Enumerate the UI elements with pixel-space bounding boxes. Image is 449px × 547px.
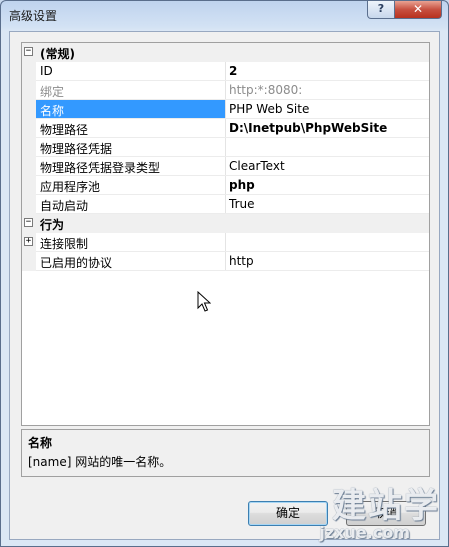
property-value[interactable]: PHP Web Site [229, 102, 309, 116]
property-name: 物理路径凭据登录类型 [40, 161, 161, 175]
column-divider[interactable] [225, 252, 226, 271]
row-gutter [22, 138, 36, 157]
ok-button[interactable]: 确定 [248, 501, 328, 526]
cancel-button[interactable]: 取消 [346, 501, 426, 526]
property-value[interactable]: http:*:8080: [229, 83, 302, 97]
column-divider[interactable] [225, 100, 226, 119]
row-gutter [22, 100, 36, 119]
property-value[interactable]: ClearText [229, 159, 285, 173]
collapse-icon[interactable]: − [24, 47, 33, 56]
property-name: 名称 [40, 104, 65, 118]
property-row[interactable]: 已启用的协议 http [22, 252, 429, 271]
row-gutter [22, 81, 36, 100]
property-name: ID [40, 64, 53, 78]
property-name: 自动启动 [40, 199, 89, 213]
column-divider[interactable] [225, 195, 226, 214]
property-row[interactable]: 自动启动 True [22, 195, 429, 214]
property-row[interactable]: 物理路径 D:\Inetpub\PhpWebSite [22, 119, 429, 138]
property-name: 物理路径凭据 [40, 142, 113, 156]
column-divider[interactable] [225, 81, 226, 100]
close-button[interactable]: ✕ [394, 1, 442, 19]
property-name: 物理路径 [40, 123, 89, 137]
property-row[interactable]: 物理路径凭据登录类型 ClearText [22, 157, 429, 176]
row-divider [36, 270, 429, 271]
description-title: 名称 [28, 436, 53, 450]
close-icon: ✕ [412, 2, 424, 16]
dialog-window: 高级设置 ? ✕ − (常规) ID 2 绑定 http:*:8080: 名称 PHP Web… [0, 0, 449, 547]
column-divider[interactable] [225, 138, 226, 157]
property-value[interactable]: 2 [229, 64, 237, 78]
category-row[interactable]: − 行为 [22, 214, 429, 233]
property-name: 已启用的协议 [40, 256, 113, 270]
column-divider[interactable] [225, 176, 226, 195]
property-row[interactable]: 名称 PHP Web Site [22, 100, 429, 119]
column-divider[interactable] [225, 62, 226, 81]
property-value[interactable]: True [229, 197, 255, 211]
row-gutter [22, 157, 36, 176]
row-gutter [22, 119, 36, 138]
property-value[interactable]: http [229, 254, 254, 268]
category-row[interactable]: − (常规) [22, 43, 429, 62]
property-name: 绑定 [40, 85, 65, 99]
property-row[interactable]: ID 2 [22, 62, 429, 81]
help-button[interactable]: ? [367, 1, 395, 19]
description-panel: 名称 [name] 网站的唯一名称。 [21, 429, 430, 477]
property-row[interactable]: 物理路径凭据 [22, 138, 429, 157]
property-row[interactable]: 绑定 http:*:8080: [22, 81, 429, 100]
row-gutter [22, 195, 36, 214]
property-name: 连接限制 [40, 237, 89, 251]
dialog-client-area: − (常规) ID 2 绑定 http:*:8080: 名称 PHP Web Site 物理路径… [9, 31, 440, 540]
expand-icon[interactable]: + [24, 237, 33, 246]
title-bar[interactable]: 高级设置 ? ✕ [1, 1, 448, 29]
help-icon: ? [377, 2, 385, 15]
description-text: [name] 网站的唯一名称。 [28, 455, 172, 469]
property-value[interactable]: D:\Inetpub\PhpWebSite [229, 121, 387, 135]
category-label: (常规) [40, 47, 75, 61]
property-row[interactable]: + 连接限制 [22, 233, 429, 252]
collapse-icon[interactable]: − [24, 218, 33, 227]
property-grid[interactable]: − (常规) ID 2 绑定 http:*:8080: 名称 PHP Web Site 物理路径… [21, 42, 430, 426]
selection-highlight [36, 100, 225, 119]
window-title: 高级设置 [9, 9, 58, 23]
row-gutter [22, 62, 36, 81]
property-row[interactable]: 应用程序池 php [22, 176, 429, 195]
category-label: 行为 [40, 218, 65, 232]
property-value[interactable]: php [229, 178, 255, 192]
row-gutter [22, 176, 36, 195]
property-name: 应用程序池 [40, 180, 101, 194]
column-divider[interactable] [225, 119, 226, 138]
mouse-cursor-icon [197, 291, 211, 312]
column-divider[interactable] [225, 233, 226, 252]
row-gutter [22, 252, 36, 271]
column-divider[interactable] [225, 157, 226, 176]
